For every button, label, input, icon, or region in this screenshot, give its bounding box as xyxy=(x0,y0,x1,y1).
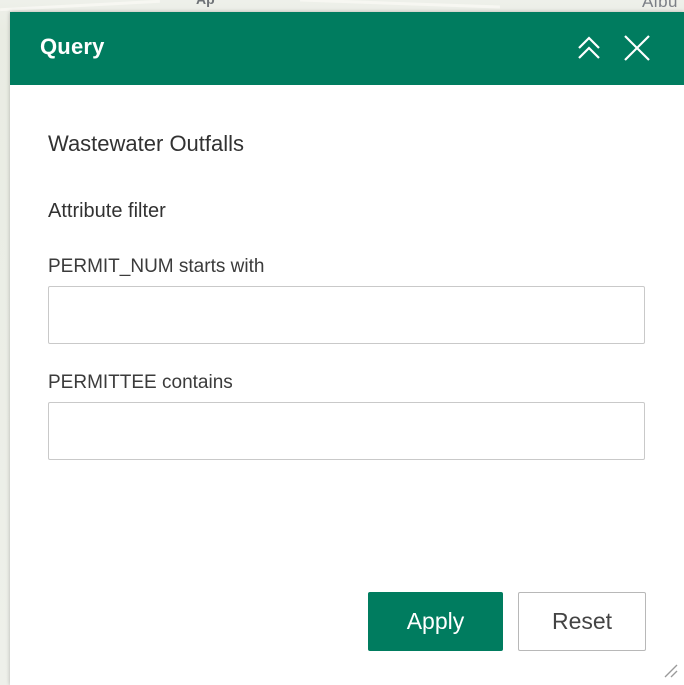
permittee-label: PERMITTEE contains xyxy=(48,372,233,393)
widget-title: Query xyxy=(40,34,105,59)
double-chevron-up-icon xyxy=(578,36,600,59)
permit-num-input[interactable] xyxy=(48,286,645,344)
attribute-filter-heading: Attribute filter xyxy=(48,200,166,222)
map-road xyxy=(0,0,160,12)
widget-header: Query xyxy=(10,12,684,85)
reset-button[interactable]: Reset xyxy=(518,592,646,651)
permittee-input[interactable] xyxy=(48,402,645,460)
resize-handle[interactable] xyxy=(662,662,678,678)
resize-grip-icon xyxy=(664,664,678,678)
collapse-button[interactable] xyxy=(573,32,605,64)
map-label: Albu xyxy=(641,0,678,11)
query-widget-panel: Query Wastewater Outfalls Attribute filt… xyxy=(10,12,684,685)
apply-button[interactable]: Apply xyxy=(368,592,503,651)
layer-name: Wastewater Outfalls xyxy=(48,131,245,156)
close-button[interactable] xyxy=(621,32,653,64)
close-icon xyxy=(624,35,650,61)
permit-num-label: PERMIT_NUM starts with xyxy=(48,256,265,277)
map-label: Ap xyxy=(196,0,215,7)
map-road xyxy=(300,0,500,9)
